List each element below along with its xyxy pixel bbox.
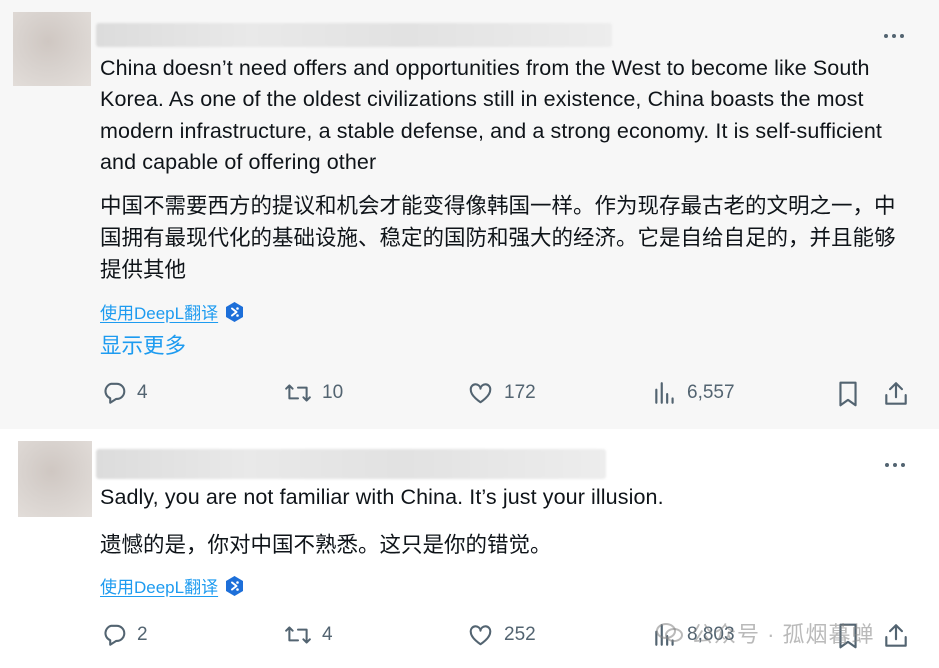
reply-bubble-icon	[104, 382, 126, 404]
bookmark-button[interactable]	[836, 622, 860, 655]
repost-count: 10	[322, 382, 344, 403]
repost-icon	[285, 626, 311, 644]
show-more-link[interactable]: 显示更多	[100, 329, 186, 360]
bookmark-icon	[839, 381, 857, 407]
post-text-original: China doesn’t need offers and opportunit…	[100, 56, 883, 174]
more-icon[interactable]	[880, 455, 910, 475]
deepl-logo-icon	[226, 575, 244, 596]
reply-button[interactable]: 2	[101, 622, 148, 648]
post-text-translation: 遗憾的是，你对中国不熟悉。这只是你的错觉。	[100, 533, 552, 557]
share-button[interactable]	[883, 380, 909, 413]
blurred-username[interactable]	[96, 23, 612, 47]
translate-link[interactable]: 使用DeepL翻译	[100, 573, 218, 598]
more-icon[interactable]	[879, 26, 909, 46]
blurred-username[interactable]	[96, 449, 606, 479]
share-button[interactable]	[883, 622, 909, 655]
views-button[interactable]: 8,803	[653, 622, 735, 648]
heart-icon	[469, 625, 492, 646]
translate-with-deepl[interactable]: 使用DeepL翻译	[100, 573, 245, 598]
views-bar-chart-icon	[655, 382, 674, 404]
like-button[interactable]: 172	[467, 380, 536, 406]
translate-with-deepl[interactable]: 使用DeepL翻译	[100, 299, 245, 324]
bookmark-icon	[839, 623, 857, 649]
views-count: 8,803	[687, 624, 735, 645]
repost-icon	[285, 384, 311, 402]
repost-button[interactable]: 4	[284, 622, 333, 648]
share-icon	[885, 382, 907, 405]
reply-post-1[interactable]: China doesn’t need offers and opportunit…	[0, 0, 939, 429]
avatar[interactable]	[18, 441, 92, 517]
like-count: 252	[504, 624, 536, 645]
like-count: 172	[504, 382, 536, 403]
translate-link[interactable]: 使用DeepL翻译	[100, 299, 218, 324]
like-button[interactable]: 252	[467, 622, 536, 648]
post-text-original: Sadly, you are not familiar with China. …	[100, 485, 664, 509]
avatar[interactable]	[13, 12, 91, 86]
share-icon	[885, 624, 907, 647]
reply-count: 2	[137, 624, 148, 645]
views-count: 6,557	[687, 382, 735, 403]
deepl-logo-icon	[226, 301, 244, 322]
reply-count: 4	[137, 382, 148, 403]
heart-icon	[469, 383, 492, 404]
views-button[interactable]: 6,557	[653, 380, 735, 406]
post-text-translation: 中国不需要西方的提议和机会才能变得像韩国一样。作为现存最古老的文明之一，中国拥有…	[100, 194, 896, 282]
views-bar-chart-icon	[655, 624, 674, 646]
repost-button[interactable]: 10	[284, 380, 343, 406]
reply-post-2[interactable]: Sadly, you are not familiar with China. …	[0, 429, 939, 668]
reply-bubble-icon	[104, 624, 126, 646]
repost-count: 4	[322, 624, 333, 645]
reply-button[interactable]: 4	[101, 380, 148, 406]
bookmark-button[interactable]	[836, 380, 860, 413]
